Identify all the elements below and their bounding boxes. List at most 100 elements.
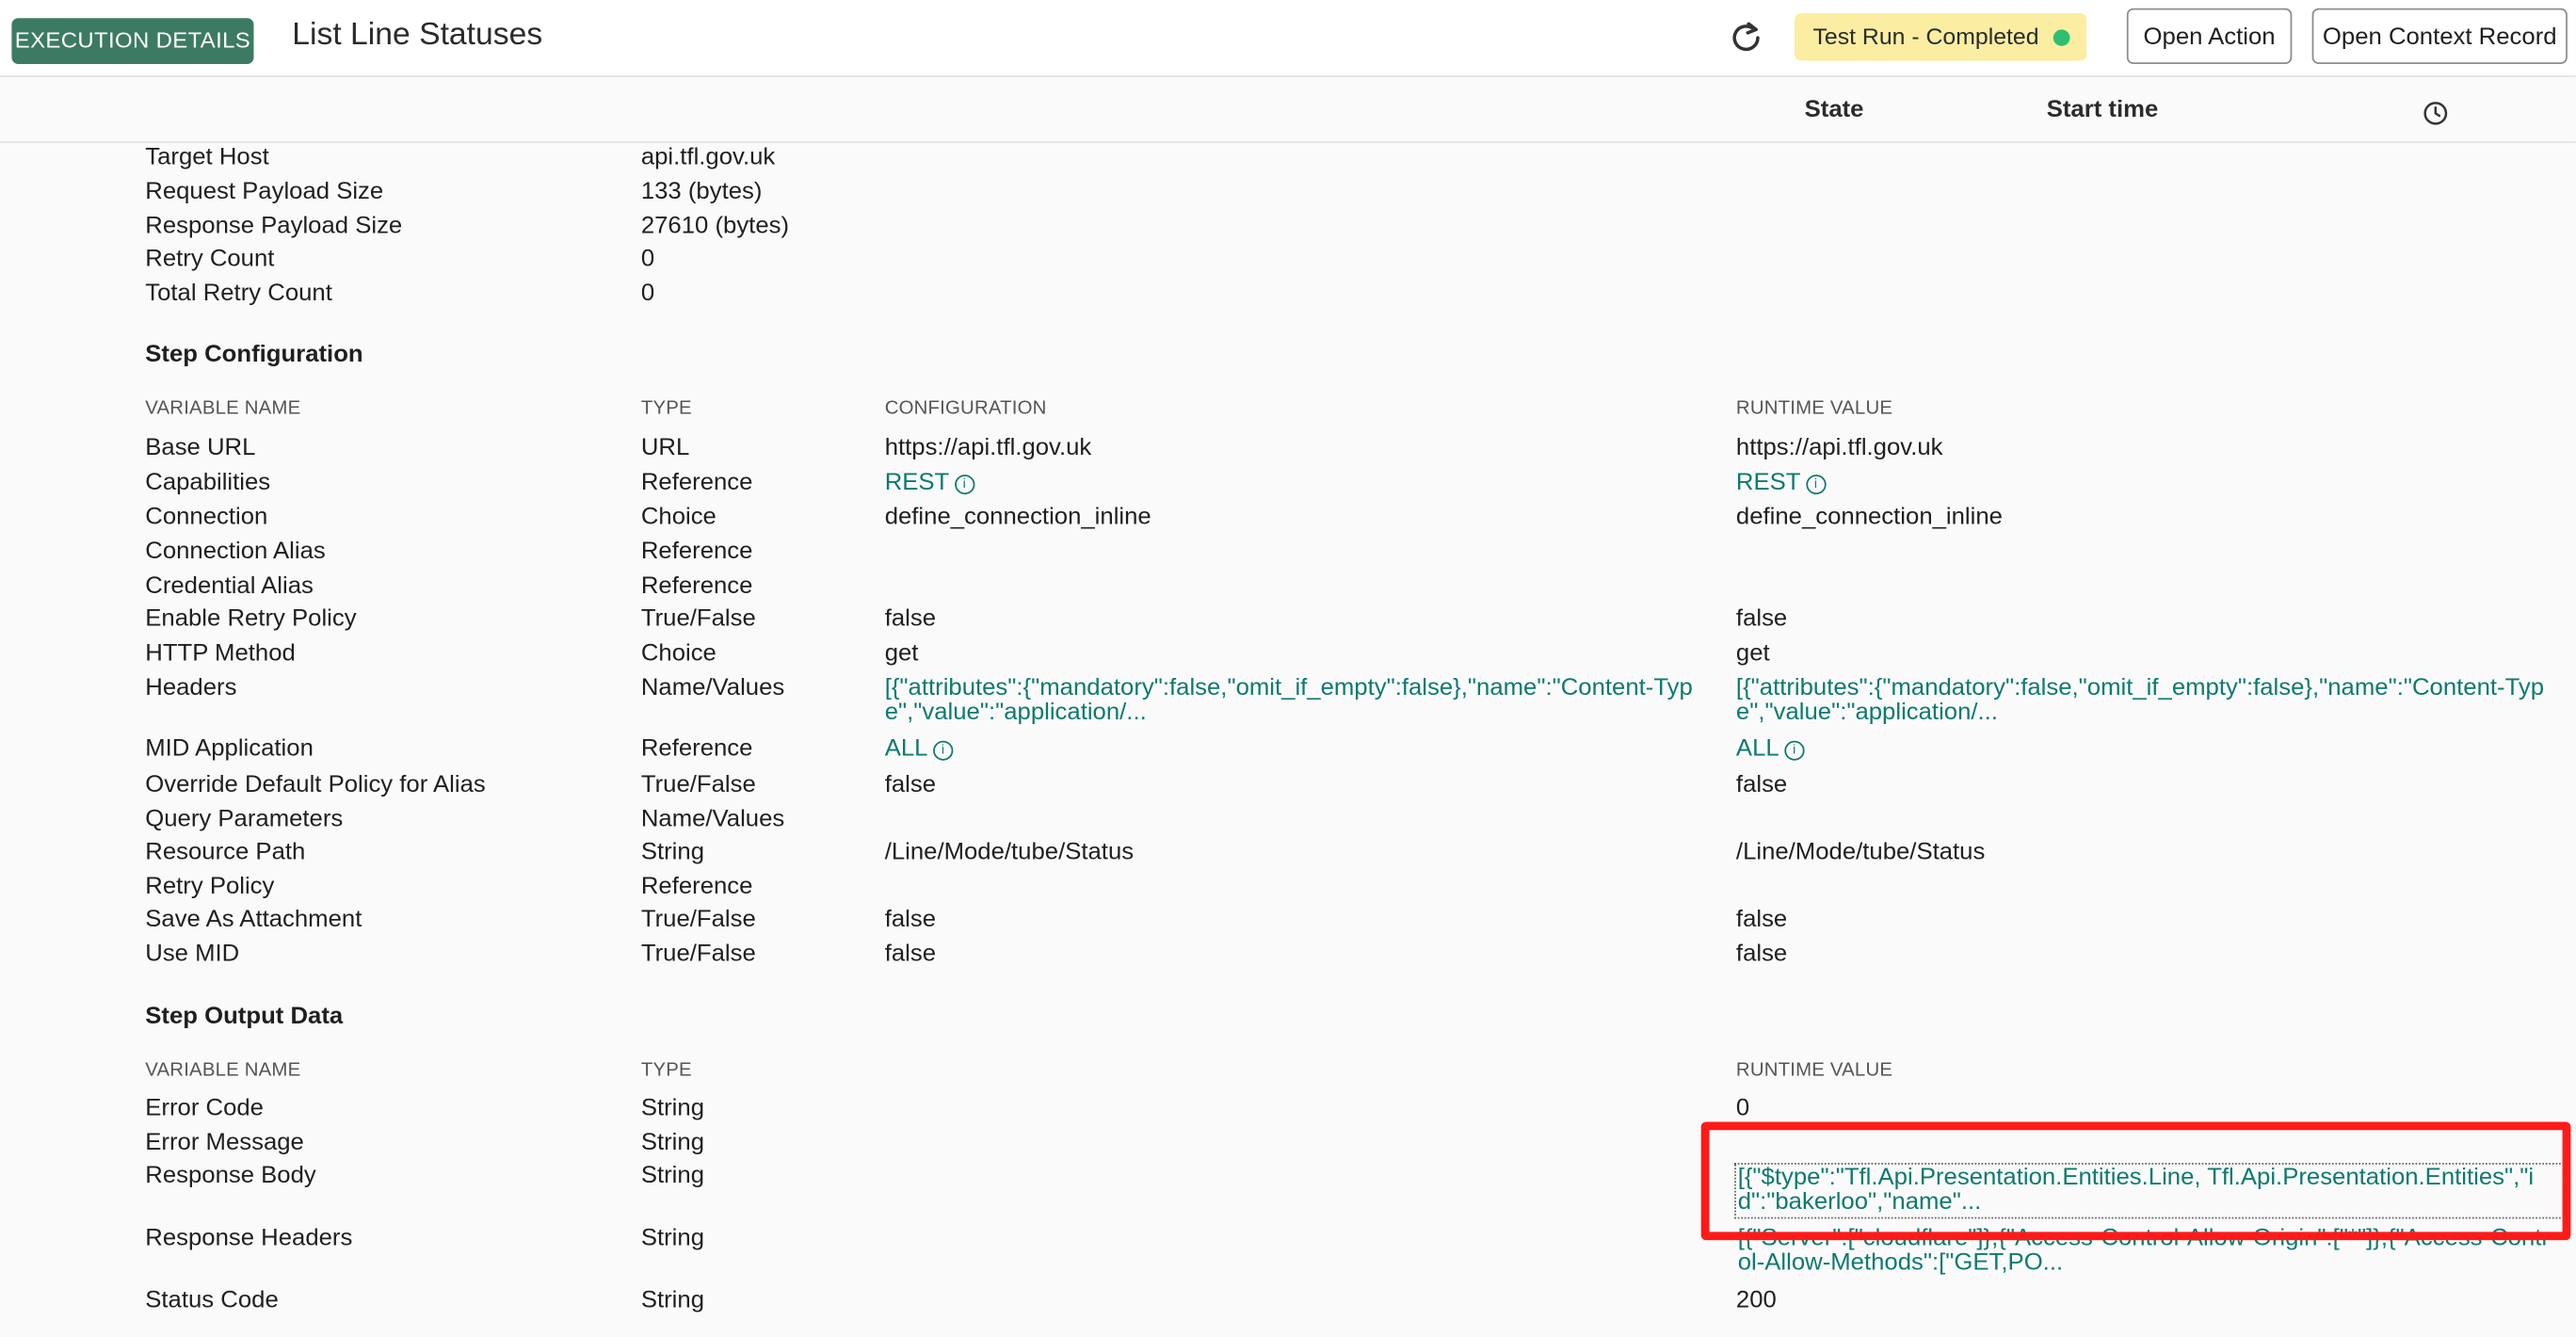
summary-value: 27610 (bytes) — [640, 213, 790, 240]
variable-name: Response Headers — [145, 1225, 353, 1252]
variable-name: Base URL — [145, 435, 256, 462]
runtime-value: 200 — [1735, 1287, 1777, 1314]
runtime-reference-link[interactable]: ALL i — [1736, 736, 1805, 763]
runtime-value: false — [1735, 906, 1788, 933]
runtime-value[interactable]: ALL — [1736, 736, 1779, 763]
column-header-configuration: CONFIGURATION — [884, 398, 1047, 419]
summary-label: Request Payload Size — [145, 179, 384, 206]
run-status-badge: Test Run - Completed — [1794, 12, 2087, 61]
variable-name: Status Code — [145, 1287, 279, 1314]
variable-type: String — [640, 1095, 705, 1122]
config-reference-link[interactable]: ALL i — [885, 736, 954, 763]
runtime-value: get — [1735, 640, 1770, 668]
variable-type: True/False — [640, 906, 756, 933]
variable-type: String — [640, 839, 705, 866]
state-column-header[interactable]: State — [1805, 97, 1864, 123]
variable-name: Connection Alias — [145, 539, 326, 566]
timeline-column-header: State Start time — [0, 76, 2576, 143]
variable-name: MID Application — [145, 735, 314, 763]
column-header-runtime-value: RUNTIME VALUE — [1735, 398, 1893, 419]
runtime-value: 0 — [1735, 1095, 1750, 1122]
execution-details-badge: EXECUTION DETAILS — [11, 18, 254, 65]
execution-details-page: EXECUTION DETAILS List Line Statuses Tes… — [0, 0, 2576, 1337]
runtime-value[interactable]: REST — [1736, 470, 1801, 496]
summary-label: Response Payload Size — [145, 213, 403, 240]
variable-name: Save As Attachment — [145, 906, 362, 933]
variable-type: Reference — [640, 874, 753, 900]
column-header-variable-name: VARIABLE NAME — [145, 398, 301, 419]
section-title: Step Output Data — [145, 1003, 344, 1030]
runtime-value: false — [1735, 605, 1788, 633]
config-value: false — [884, 906, 937, 933]
summary-value: 0 — [640, 281, 655, 308]
status-dot-icon — [2053, 29, 2070, 46]
config-headers-link[interactable]: [{"attributes":{"mandatory":false,"omit_… — [885, 676, 1703, 726]
config-value[interactable]: REST — [885, 470, 950, 496]
config-value: get — [884, 640, 919, 668]
variable-type: True/False — [640, 605, 756, 633]
runtime-value: https://api.tfl.gov.uk — [1735, 435, 1943, 462]
variable-type: Reference — [640, 539, 753, 566]
summary-value: 133 (bytes) — [640, 179, 763, 206]
variable-name: HTTP Method — [145, 640, 296, 668]
highlight-annotation-box — [1700, 1121, 2571, 1241]
variable-type: String — [640, 1130, 705, 1157]
refresh-icon[interactable] — [1726, 18, 1766, 57]
summary-value: api.tfl.gov.uk — [640, 144, 776, 171]
config-value: define_connection_inline — [884, 504, 1151, 531]
section-title: Step Configuration — [145, 341, 363, 368]
config-reference-link[interactable]: REST i — [885, 470, 974, 496]
config-value: false — [884, 605, 937, 633]
open-context-record-button[interactable]: Open Context Record — [2311, 8, 2568, 65]
open-action-button[interactable]: Open Action — [2126, 8, 2293, 65]
variable-type: Name/Values — [640, 806, 785, 833]
variable-type: URL — [640, 435, 690, 462]
info-icon[interactable]: i — [1784, 740, 1805, 761]
column-header-type: TYPE — [640, 398, 692, 419]
summary-label: Retry Count — [145, 246, 275, 273]
variable-name: Capabilities — [145, 469, 271, 496]
variable-name: Error Code — [145, 1095, 264, 1122]
clock-icon[interactable] — [2423, 100, 2449, 126]
variable-type: Choice — [640, 504, 716, 531]
top-bar: EXECUTION DETAILS List Line Statuses Tes… — [0, 0, 2576, 77]
variable-name: Enable Retry Policy — [145, 605, 357, 633]
config-value: /Line/Mode/tube/Status — [884, 839, 1135, 866]
config-value: false — [884, 771, 937, 798]
info-icon[interactable]: i — [932, 740, 954, 761]
runtime-reference-link[interactable]: REST i — [1736, 470, 1827, 496]
variable-name: Query Parameters — [145, 806, 344, 833]
variable-name: Connection — [145, 504, 268, 531]
info-icon[interactable]: i — [1805, 475, 1827, 495]
variable-name: Resource Path — [145, 839, 306, 866]
info-icon[interactable]: i — [954, 475, 974, 495]
config-value: https://api.tfl.gov.uk — [884, 435, 1092, 462]
runtime-headers-link[interactable]: [{"attributes":{"mandatory":false,"omit_… — [1736, 676, 2554, 726]
variable-name: Credential Alias — [145, 572, 314, 600]
variable-type: String — [640, 1163, 705, 1190]
variable-type: Reference — [640, 469, 753, 496]
summary-label: Total Retry Count — [145, 281, 332, 308]
start-time-column-header[interactable]: Start time — [2047, 97, 2159, 123]
column-header-runtime-value: RUNTIME VALUE — [1735, 1060, 1893, 1081]
variable-type: True/False — [640, 771, 756, 798]
variable-name: Error Message — [145, 1130, 304, 1157]
variable-type: Reference — [640, 735, 753, 763]
summary-value: 0 — [640, 246, 655, 273]
variable-name: Retry Policy — [145, 874, 275, 900]
variable-name: Use MID — [145, 941, 240, 968]
column-header-variable-name: VARIABLE NAME — [145, 1060, 301, 1081]
variable-type: True/False — [640, 941, 756, 968]
runtime-value: false — [1735, 941, 1788, 968]
config-value[interactable]: ALL — [885, 736, 928, 763]
column-header-type: TYPE — [640, 1060, 692, 1081]
run-status-text: Test Run - Completed — [1812, 23, 2039, 50]
variable-name: Override Default Policy for Alias — [145, 771, 486, 798]
variable-type: Choice — [640, 640, 716, 668]
summary-label: Target Host — [145, 144, 269, 171]
variable-type: String — [640, 1287, 705, 1314]
runtime-value: false — [1735, 771, 1788, 798]
variable-name: Headers — [145, 674, 237, 701]
variable-type: Name/Values — [640, 674, 785, 701]
variable-name: Response Body — [145, 1163, 316, 1190]
